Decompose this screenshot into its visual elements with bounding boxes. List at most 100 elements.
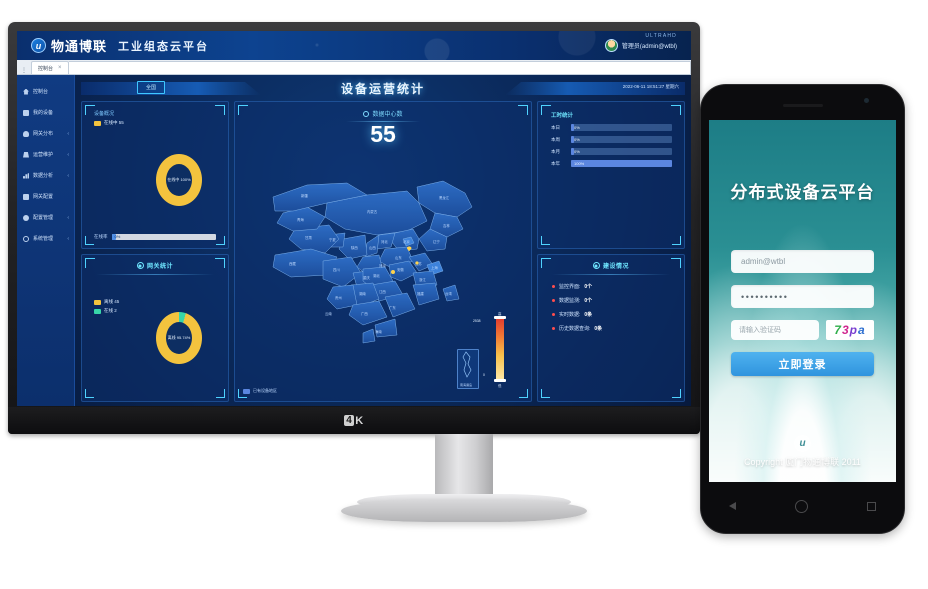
- back-icon[interactable]: [729, 502, 737, 510]
- left-column: 设备概况 在线中 55 在线中 100% 在线率 0% 网关统计 离线 45 在…: [81, 101, 229, 402]
- sidebar-item-label: 我的设备: [33, 110, 54, 116]
- logo-mark-icon: u: [31, 38, 46, 53]
- chart-icon: [23, 172, 29, 179]
- scale-gradient: [496, 318, 504, 380]
- build-status-panel: 建设情况 监控界面: 0个 数据监测: 0个 实时数据: 0条 历史数据查询: …: [537, 254, 685, 402]
- sidebar-item-console[interactable]: 控制台: [17, 81, 74, 102]
- china-map-svg[interactable]: 黑龙江吉林 辽宁内蒙古 北京河北 山西山东 河南陕西 宁夏甘肃 青海新疆 西藏四…: [267, 177, 499, 367]
- device-donut-chart: 在线中 100%: [156, 154, 202, 206]
- login-button[interactable]: 立即登录: [731, 352, 874, 376]
- build-list: 监控界面: 0个 数据监测: 0个 实时数据: 0条 历史数据查询: 0条: [538, 275, 684, 332]
- svg-text:贵州: 贵州: [335, 295, 342, 300]
- dashboard-content: 全国 设备运营统计 2022-06-11 18:51:27 星期六 设备概况 在…: [75, 75, 691, 406]
- svg-text:青海: 青海: [297, 217, 304, 222]
- user-avatar-icon: [604, 39, 618, 52]
- product-name: 工业组态云平台: [118, 40, 210, 53]
- bullet-icon: [552, 313, 555, 316]
- sidebar-item-gateway-config[interactable]: 网关配置: [17, 186, 74, 207]
- sidebar-item-label: 运营维护: [33, 152, 54, 158]
- donut-center-label: 在线中 100%: [167, 177, 191, 182]
- copyright-text: Copyright 厦门物通博联 2011: [744, 457, 861, 467]
- svg-text:四川: 四川: [333, 268, 340, 272]
- system-icon: [23, 235, 29, 242]
- brand-4-glyph: 4: [344, 415, 355, 426]
- sidebar-item-gateway-distribution[interactable]: 网关分布 ‹: [17, 123, 74, 144]
- captcha-input[interactable]: 请输入验证码: [731, 320, 819, 340]
- phone-camera: [864, 98, 869, 103]
- footer-logo-icon: u: [794, 435, 811, 452]
- password-input[interactable]: ••••••••••: [731, 285, 874, 308]
- tabstrip-filler: [68, 61, 691, 74]
- chevron-left-icon: ‹: [67, 214, 69, 221]
- user-menu[interactable]: 管理员(admin@wtbl): [604, 39, 677, 52]
- worktime-name: 本年: [551, 160, 560, 166]
- svg-text:广西: 广西: [361, 311, 368, 316]
- svg-text:辽宁: 辽宁: [433, 239, 440, 244]
- build-label: 监控界面:: [559, 284, 581, 290]
- svg-text:海南: 海南: [375, 329, 382, 334]
- scale-cap-bottom: [494, 379, 506, 382]
- bullet-icon: [552, 299, 555, 302]
- sidebar-item-config-management[interactable]: 配置管理 ‹: [17, 207, 74, 228]
- online-rate-bar: 0%: [111, 234, 216, 240]
- svg-text:云南: 云南: [325, 311, 332, 316]
- phone-screen: 分布式设备云平台 admin@wtbl •••••••••• 请输入验证码 73…: [709, 120, 896, 482]
- ultrahd-badge: ULTRAHD: [645, 33, 677, 39]
- worktime-list: 本日 0% 本周 0% 本月 0% 本年 100%: [538, 119, 684, 167]
- legend-label: 在线 2: [104, 308, 117, 313]
- gateway-legend: 离线 45 在线 2: [82, 275, 119, 401]
- svg-text:西藏: 西藏: [289, 261, 296, 266]
- online-rate-row: 在线率 0%: [82, 234, 228, 248]
- build-row: 实时数据: 0条: [552, 311, 684, 318]
- login-form: admin@wtbl •••••••••• 请输入验证码 73pa 立即登录: [731, 250, 874, 376]
- monitor-stand-base: [341, 500, 587, 522]
- browser-menu-icon[interactable]: ⋮: [17, 67, 31, 74]
- worktime-panel: 工时统计 本日 0% 本周 0% 本月 0% 本年 100%: [537, 101, 685, 249]
- worktime-name: 本日: [551, 124, 560, 130]
- sidebar-item-label: 控制台: [33, 89, 49, 95]
- china-map[interactable]: 黑龙江 吉林 辽宁 内蒙古 北京 河北 山西 山东 河南 陕西 宁夏 甘肃 青海 新疆: [235, 146, 531, 397]
- device-donut-area: 在线中 100%: [82, 126, 228, 234]
- worktime-bar: 0%: [571, 136, 672, 143]
- home-icon[interactable]: [794, 499, 808, 513]
- svg-text:浙江: 浙江: [419, 277, 426, 282]
- recents-icon[interactable]: [866, 501, 876, 511]
- phone-speaker: [782, 104, 823, 107]
- svg-text:山东: 山东: [395, 255, 402, 260]
- captcha-image[interactable]: 73pa: [826, 320, 874, 340]
- build-value: 0个: [584, 298, 593, 304]
- build-row: 数据监测: 0个: [552, 297, 684, 304]
- sidebar-item-data-analysis[interactable]: 数据分析 ‹: [17, 165, 74, 186]
- browser-tab-console[interactable]: 控制台 ×: [31, 61, 69, 74]
- build-value: 0个: [584, 284, 593, 290]
- chevron-left-icon: ‹: [67, 172, 69, 179]
- map-marker-pin[interactable]: [407, 246, 412, 251]
- sidebar-item-system-management[interactable]: 系统管理 ‹: [17, 228, 74, 249]
- config-icon: [23, 214, 29, 221]
- build-value: 0条: [584, 312, 593, 318]
- gateway-statistics-panel: 网关统计 离线 45 在线 2 离线 95.74%: [81, 254, 229, 402]
- kpi-label-text: 数据中心数: [372, 112, 403, 118]
- mobile-app-title: 分布式设备云平台: [730, 183, 875, 202]
- product-showcase: u 物通博联 工业组态云平台 管理员(admin@wtbl) ULTRAHD ⋮…: [0, 0, 928, 589]
- sidebar-item-label: 配置管理: [33, 215, 54, 221]
- close-icon[interactable]: ×: [58, 65, 62, 71]
- username-input[interactable]: admin@wtbl: [731, 250, 874, 273]
- worktime-row: 本月 0%: [551, 148, 672, 155]
- smartphone: 分布式设备云平台 admin@wtbl •••••••••• 请输入验证码 73…: [700, 84, 905, 534]
- build-label: 数据监测:: [559, 298, 581, 304]
- map-panel: 数据中心数 55 黑龙江 吉林 辽宁 内蒙古 北京 河北 山西 山东 河南 陕西…: [234, 101, 532, 402]
- datacenter-kpi: 数据中心数 55: [235, 102, 531, 147]
- gateway-icon: [136, 262, 144, 269]
- svg-text:宁夏: 宁夏: [329, 237, 336, 242]
- captcha-row: 请输入验证码 73pa: [731, 320, 874, 340]
- build-row: 监控界面: 0个: [552, 283, 684, 290]
- login-footer: u Copyright 厦门物通博联 2011: [709, 435, 896, 468]
- sidebar-item-operations[interactable]: 运营维护 ‹: [17, 144, 74, 165]
- gateway-donut-chart: 离线 95.74%: [156, 312, 202, 364]
- device-overview-panel: 设备概况 在线中 55 在线中 100% 在线率 0%: [81, 101, 229, 249]
- online-rate-label: 在线率: [94, 234, 108, 239]
- app-logo[interactable]: u 物通博联 工业组态云平台: [31, 36, 209, 55]
- sidebar-item-my-devices[interactable]: 我的设备: [17, 102, 74, 123]
- chevron-left-icon: ‹: [67, 235, 69, 242]
